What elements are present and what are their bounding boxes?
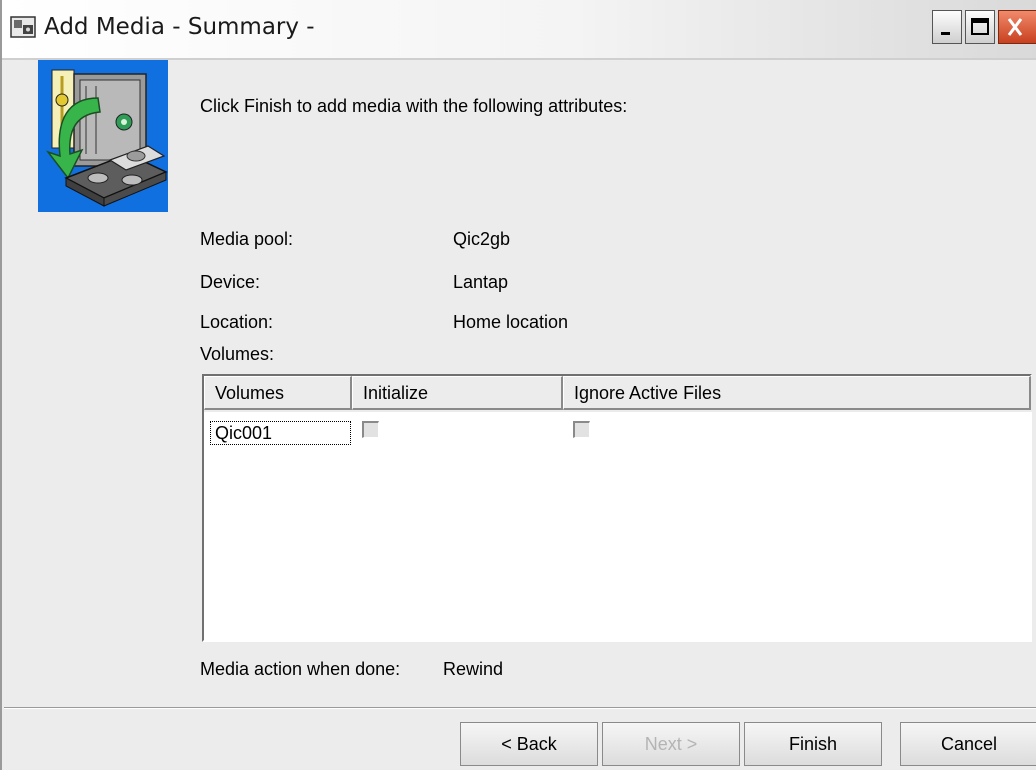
media-pool-value: Qic2gb: [453, 229, 511, 249]
volumes-label: Volumes:: [200, 344, 275, 364]
media-action-label: Media action when done:: [200, 659, 401, 679]
media-pool-label: Media pool:: [200, 229, 294, 249]
location-label: Location:: [200, 312, 274, 332]
column-header-initialize[interactable]: Initialize: [352, 376, 563, 410]
minimize-button[interactable]: [932, 10, 962, 44]
app-icon: [10, 16, 36, 38]
column-header-ignore-active-files[interactable]: Ignore Active Files: [563, 376, 1031, 410]
volume-cell[interactable]: Qic001: [210, 421, 351, 445]
maximize-button[interactable]: [965, 10, 995, 44]
button-divider-highlight: [4, 708, 1036, 709]
close-button[interactable]: [998, 10, 1036, 44]
media-action-value: Rewind: [443, 659, 504, 679]
table-header: Volumes Initialize Ignore Active Files: [204, 376, 1032, 412]
back-button[interactable]: < Back: [460, 722, 598, 766]
window-title: Add Media - Summary -: [44, 14, 315, 40]
minimize-icon: [941, 32, 950, 35]
column-header-volumes[interactable]: Volumes: [204, 376, 352, 410]
instruction-text: Click Finish to add media with the follo…: [200, 96, 628, 116]
ignore-active-files-checkbox[interactable]: [573, 421, 590, 438]
next-button[interactable]: Next >: [602, 722, 740, 766]
location-value: Home location: [453, 312, 569, 332]
volumes-table[interactable]: Volumes Initialize Ignore Active Files Q…: [202, 374, 1032, 642]
cancel-button[interactable]: Cancel: [900, 722, 1036, 766]
finish-button[interactable]: Finish: [744, 722, 882, 766]
maximize-icon: [971, 18, 989, 35]
initialize-checkbox[interactable]: [362, 421, 379, 438]
close-icon: [1007, 18, 1023, 36]
add-media-window: Add Media - Summary - Click Finish to ad…: [0, 0, 1036, 770]
device-value: Lantap: [453, 272, 509, 292]
title-bar[interactable]: Add Media - Summary -: [2, 0, 1036, 60]
device-label: Device:: [200, 272, 261, 292]
media-safe-illustration: [38, 60, 168, 212]
